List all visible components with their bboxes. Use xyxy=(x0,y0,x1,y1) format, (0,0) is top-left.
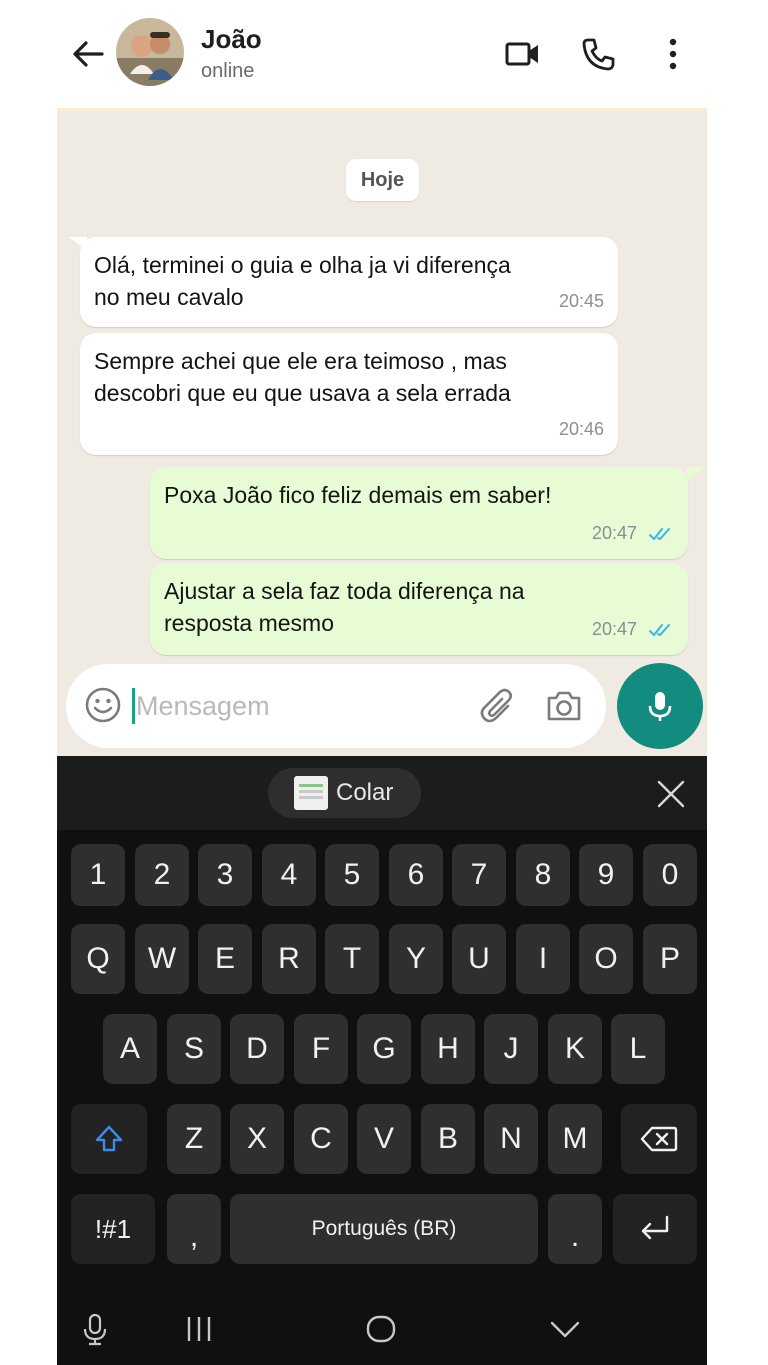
message-text: Poxa João fico feliz demais em saber! xyxy=(164,482,552,508)
back-arrow-icon[interactable] xyxy=(68,34,108,74)
key-7[interactable]: 7 xyxy=(452,844,506,906)
message-input[interactable] xyxy=(136,684,456,728)
key-d[interactable]: D xyxy=(230,1014,284,1084)
attachment-icon[interactable] xyxy=(478,686,518,726)
key-k[interactable]: K xyxy=(548,1014,602,1084)
key-f[interactable]: F xyxy=(294,1014,348,1084)
video-call-icon[interactable] xyxy=(502,34,542,74)
more-options-icon[interactable] xyxy=(655,34,695,74)
enter-icon xyxy=(641,1215,669,1240)
chat-area[interactable]: Hoje Olá, terminei o guia e olha ja vi d… xyxy=(57,108,707,756)
keyboard-toolbar: Colar xyxy=(57,756,707,830)
key-m[interactable]: M xyxy=(548,1104,602,1174)
backspace-key[interactable] xyxy=(621,1104,697,1174)
key-y[interactable]: Y xyxy=(389,924,443,994)
message-incoming[interactable]: Olá, terminei o guia e olha ja vi difere… xyxy=(80,237,618,327)
key-a[interactable]: A xyxy=(103,1014,157,1084)
voice-record-button[interactable] xyxy=(617,663,703,749)
message-text: Sempre achei que ele era teimoso , mas d… xyxy=(94,348,511,406)
key-9[interactable]: 9 xyxy=(579,844,633,906)
key-p[interactable]: P xyxy=(643,924,697,994)
read-receipt-icon xyxy=(649,624,670,637)
microphone-icon xyxy=(648,692,672,721)
message-incoming[interactable]: Sempre achei que ele era teimoso , mas d… xyxy=(80,333,618,455)
shift-key[interactable] xyxy=(71,1104,147,1174)
paste-button[interactable]: Colar xyxy=(268,768,421,818)
message-meta: 20:47 xyxy=(592,517,674,549)
read-receipt-icon xyxy=(649,528,670,541)
key-h[interactable]: H xyxy=(421,1014,475,1084)
key-6[interactable]: 6 xyxy=(389,844,443,906)
on-screen-keyboard: Colar 1 2 3 4 5 6 7 8 9 0 Q W E R T Y U … xyxy=(57,756,707,1365)
key-z[interactable]: Z xyxy=(167,1104,221,1174)
message-time: 20:47 xyxy=(591,523,637,543)
key-t[interactable]: T xyxy=(325,924,379,994)
contact-avatar[interactable] xyxy=(116,18,184,86)
key-n[interactable]: N xyxy=(484,1104,538,1174)
close-icon[interactable] xyxy=(655,778,687,810)
date-divider: Hoje xyxy=(346,159,419,201)
key-i[interactable]: I xyxy=(516,924,570,994)
message-time: 20:47 xyxy=(591,619,637,639)
contact-name[interactable]: João xyxy=(201,24,262,55)
voice-input-icon[interactable] xyxy=(77,1311,113,1347)
key-w[interactable]: W xyxy=(135,924,189,994)
symbols-key[interactable]: !#1 xyxy=(71,1194,155,1264)
home-icon[interactable] xyxy=(363,1311,399,1347)
key-v[interactable]: V xyxy=(357,1104,411,1174)
clipboard-thumbnail xyxy=(294,776,328,810)
chat-header: João online xyxy=(0,0,768,108)
key-b[interactable]: B xyxy=(421,1104,475,1174)
key-0[interactable]: 0 xyxy=(643,844,697,906)
message-time: 20:45 xyxy=(558,291,604,311)
hide-keyboard-icon[interactable] xyxy=(547,1311,583,1347)
message-outgoing[interactable]: Ajustar a sela faz toda diferença na res… xyxy=(150,563,688,655)
phone-call-icon[interactable] xyxy=(578,34,618,74)
enter-key[interactable] xyxy=(613,1194,697,1264)
key-2[interactable]: 2 xyxy=(135,844,189,906)
comma-key[interactable]: , xyxy=(167,1194,221,1264)
key-5[interactable]: 5 xyxy=(325,844,379,906)
key-j[interactable]: J xyxy=(484,1014,538,1084)
message-outgoing[interactable]: Poxa João fico feliz demais em saber! 20… xyxy=(150,467,688,559)
period-key[interactable]: . xyxy=(548,1194,602,1264)
shift-arrow-icon xyxy=(95,1125,123,1152)
system-navigation-bar xyxy=(57,1291,707,1365)
paste-label: Colar xyxy=(336,779,394,806)
contact-status: online xyxy=(201,60,255,82)
bubble-tail xyxy=(687,467,705,481)
message-meta: 20:47 xyxy=(592,613,674,645)
key-r[interactable]: R xyxy=(262,924,316,994)
key-8[interactable]: 8 xyxy=(516,844,570,906)
key-c[interactable]: C xyxy=(294,1104,348,1174)
key-q[interactable]: Q xyxy=(71,924,125,994)
camera-icon[interactable] xyxy=(544,686,584,726)
key-1[interactable]: 1 xyxy=(71,844,125,906)
key-s[interactable]: S xyxy=(167,1014,221,1084)
space-key[interactable]: Português (BR) xyxy=(230,1194,538,1264)
key-4[interactable]: 4 xyxy=(262,844,316,906)
message-text: Olá, terminei o guia e olha ja vi difere… xyxy=(94,252,511,310)
key-g[interactable]: G xyxy=(357,1014,411,1084)
key-e[interactable]: E xyxy=(198,924,252,994)
recent-apps-icon[interactable] xyxy=(181,1311,217,1347)
message-time: 20:46 xyxy=(558,419,604,439)
backspace-icon xyxy=(640,1126,678,1152)
key-o[interactable]: O xyxy=(579,924,633,994)
emoji-icon[interactable] xyxy=(84,686,122,724)
key-3[interactable]: 3 xyxy=(198,844,252,906)
message-composer xyxy=(66,664,606,748)
key-l[interactable]: L xyxy=(611,1014,665,1084)
key-u[interactable]: U xyxy=(452,924,506,994)
key-x[interactable]: X xyxy=(230,1104,284,1174)
text-caret xyxy=(132,688,135,724)
